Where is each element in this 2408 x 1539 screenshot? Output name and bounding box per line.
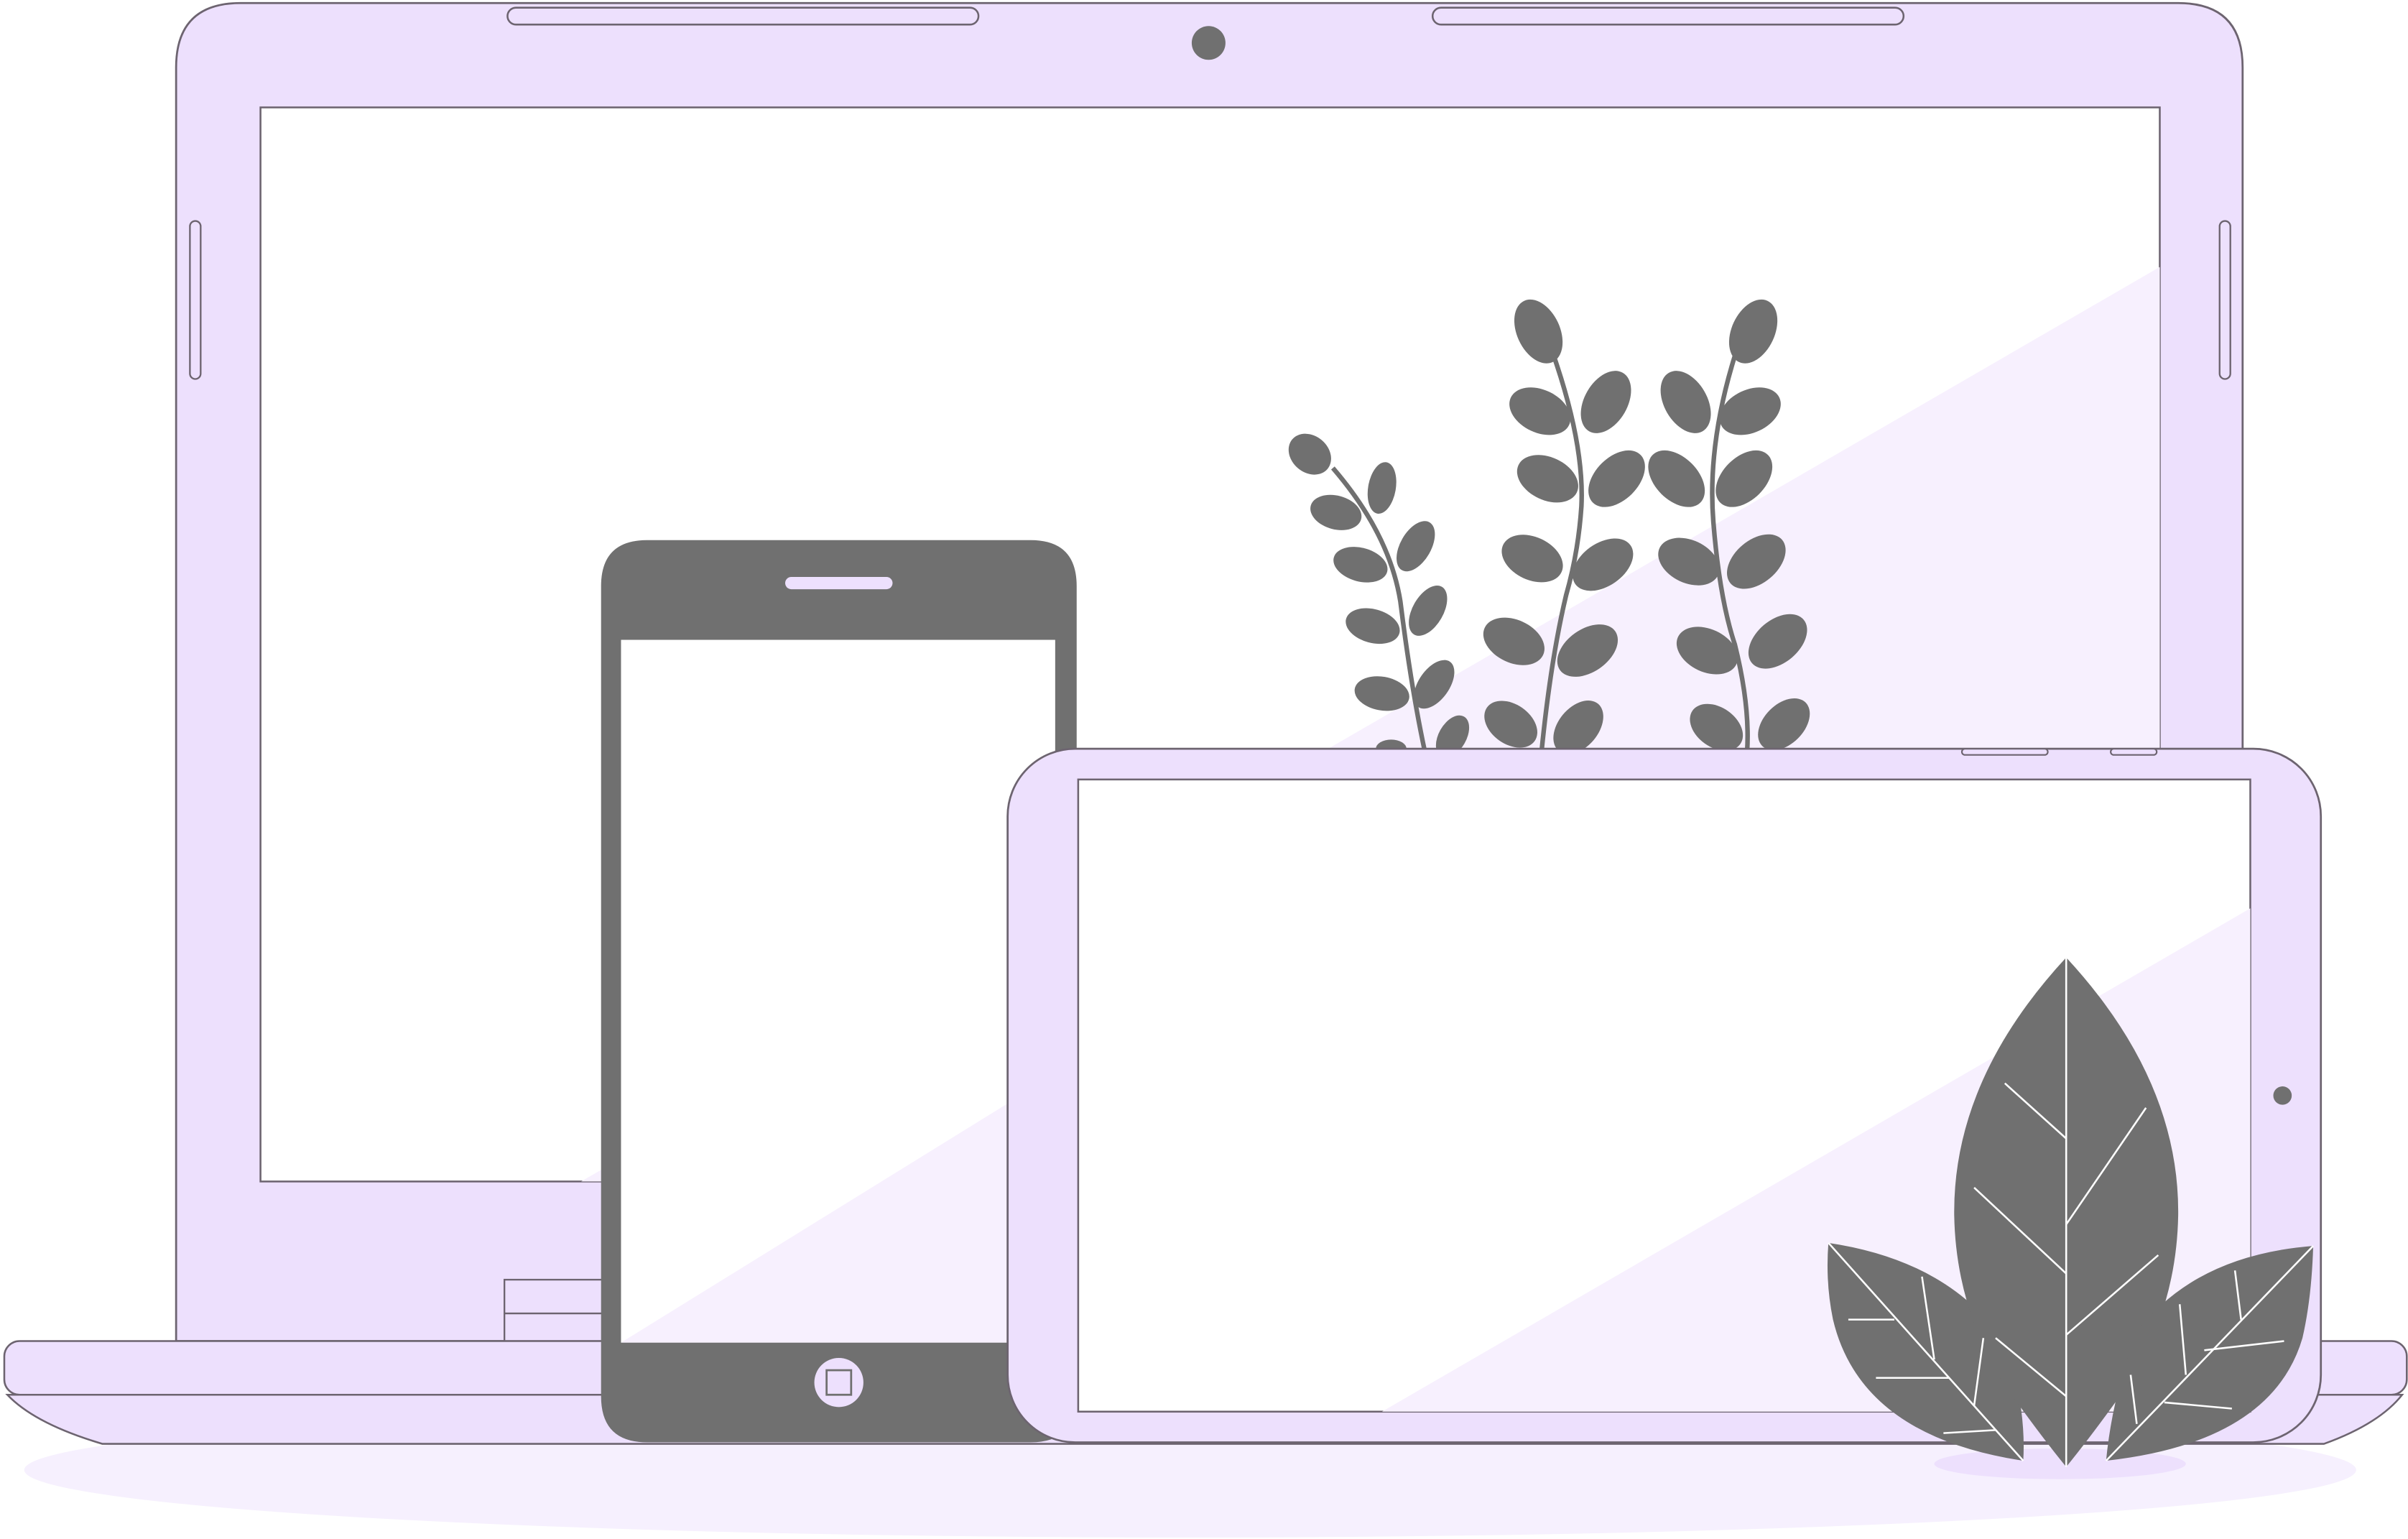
laptop-hinge-lower (503, 1312, 607, 1342)
laptop-speaker-right (1431, 6, 1905, 26)
tablet-camera-icon (2273, 1086, 2292, 1105)
laptop-side-slot-left (189, 220, 202, 380)
phone-speaker (784, 576, 893, 590)
tablet-top-button-1 (1960, 748, 2049, 756)
smartphone-icon (601, 540, 1077, 1443)
devices-illustration (3, 1, 2408, 1538)
laptop-hinge (503, 1278, 607, 1315)
phone-home-button-icon (814, 1358, 863, 1408)
tablet-top-button-2 (2110, 748, 2158, 756)
laptop-camera-icon (1191, 26, 1226, 60)
laptop-speaker-left (506, 6, 980, 26)
laptop-side-slot-right (2218, 220, 2231, 380)
